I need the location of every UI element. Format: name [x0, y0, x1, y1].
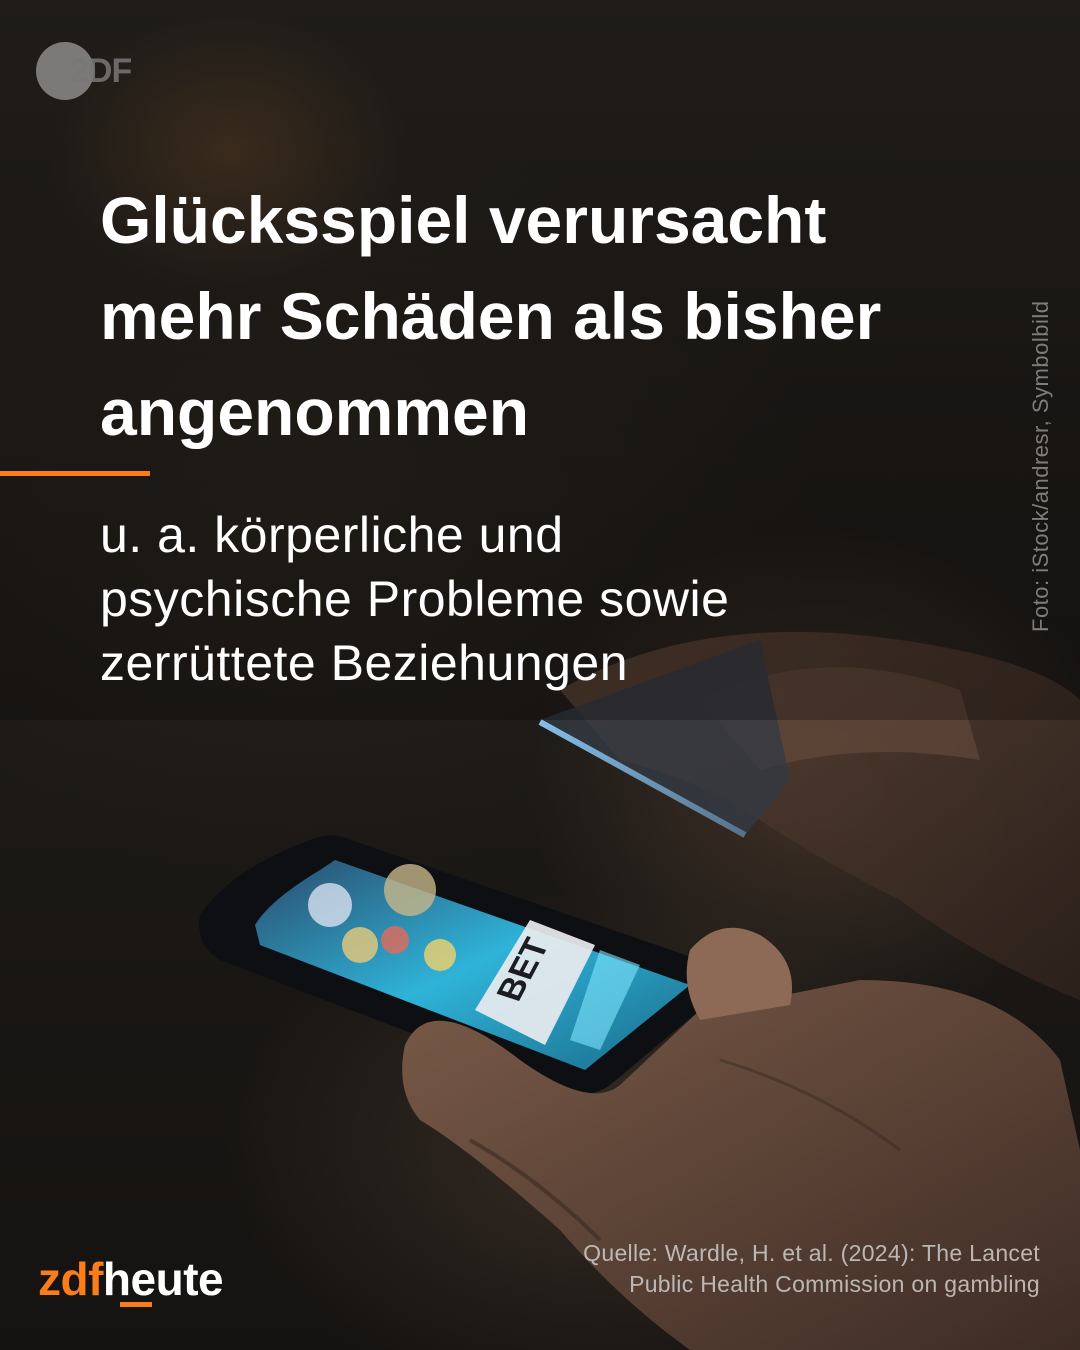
zdfheute-logo: zdfheute	[38, 1252, 224, 1306]
logo-underline	[120, 1302, 152, 1307]
logo-heute: heute	[102, 1253, 224, 1305]
headline: Glücksspiel verursacht mehr Schäden als …	[100, 172, 1000, 460]
headline-line: angenommen	[100, 375, 530, 449]
subline-line: zerrüttete Beziehungen	[100, 635, 629, 691]
accent-divider	[0, 471, 150, 476]
logo-zdf: zdf	[38, 1253, 103, 1305]
source-line: Public Health Commission on gambling	[629, 1271, 1040, 1297]
photo-credit: Foto: iStock/andresr, Symbolbild	[1028, 300, 1053, 632]
subline-line: u. a. körperliche und	[100, 507, 564, 563]
headline-line: Glücksspiel verursacht	[100, 183, 827, 257]
subline: u. a. körperliche und psychische Problem…	[100, 503, 980, 695]
social-card: BET 2DF Glücksspiel verursacht mehr Schä…	[0, 0, 1080, 1350]
source-line: Quelle: Wardle, H. et al. (2024): The La…	[583, 1240, 1040, 1266]
source-note: Quelle: Wardle, H. et al. (2024): The La…	[583, 1238, 1040, 1300]
subline-line: psychische Probleme sowie	[100, 571, 730, 627]
headline-line: mehr Schäden als bisher	[100, 279, 882, 353]
zdf-badge-text: 2DF	[70, 52, 132, 90]
